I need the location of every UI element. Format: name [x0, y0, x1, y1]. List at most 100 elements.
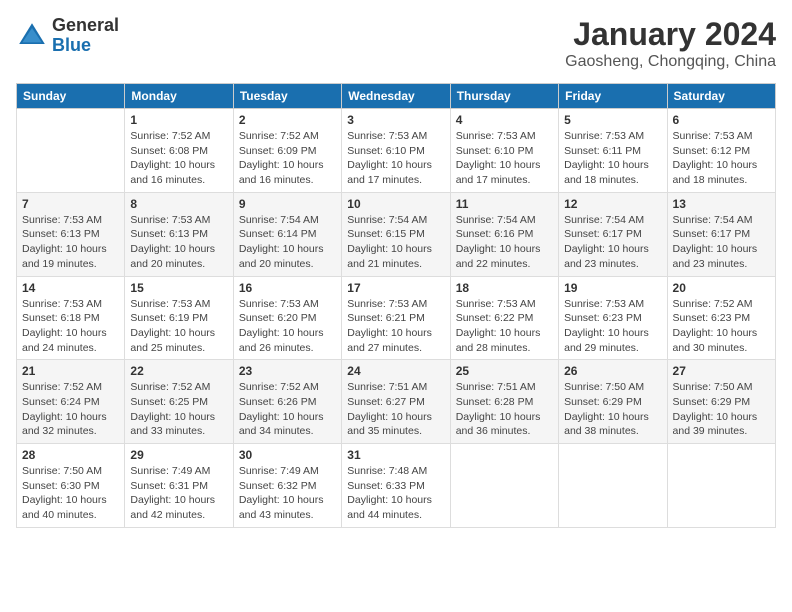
calendar-cell: 19 Sunrise: 7:53 AM Sunset: 6:23 PM Dayli… — [559, 276, 667, 360]
calendar-body: 1 Sunrise: 7:52 AM Sunset: 6:08 PM Daylig… — [17, 109, 776, 528]
calendar-cell: 11 Sunrise: 7:54 AM Sunset: 6:16 PM Dayli… — [450, 192, 558, 276]
day-number: 8 — [130, 197, 227, 211]
day-info: Sunrise: 7:52 AM Sunset: 6:09 PM Dayligh… — [239, 129, 336, 188]
day-number: 20 — [673, 281, 770, 295]
day-info: Sunrise: 7:54 AM Sunset: 6:16 PM Dayligh… — [456, 213, 553, 272]
day-info: Sunrise: 7:54 AM Sunset: 6:14 PM Dayligh… — [239, 213, 336, 272]
day-number: 18 — [456, 281, 553, 295]
day-info: Sunrise: 7:53 AM Sunset: 6:10 PM Dayligh… — [456, 129, 553, 188]
day-info: Sunrise: 7:52 AM Sunset: 6:25 PM Dayligh… — [130, 380, 227, 439]
calendar-header-thursday: Thursday — [450, 84, 558, 109]
day-info: Sunrise: 7:53 AM Sunset: 6:19 PM Dayligh… — [130, 297, 227, 356]
day-info: Sunrise: 7:51 AM Sunset: 6:27 PM Dayligh… — [347, 380, 444, 439]
calendar-header-tuesday: Tuesday — [233, 84, 341, 109]
calendar-cell: 9 Sunrise: 7:54 AM Sunset: 6:14 PM Daylig… — [233, 192, 341, 276]
calendar-cell: 1 Sunrise: 7:52 AM Sunset: 6:08 PM Daylig… — [125, 109, 233, 193]
calendar-header-saturday: Saturday — [667, 84, 775, 109]
calendar-cell: 25Sunrise: 7:51 AM Sunset: 6:28 PM Dayli… — [450, 360, 558, 444]
day-info: Sunrise: 7:53 AM Sunset: 6:10 PM Dayligh… — [347, 129, 444, 188]
day-number: 3 — [347, 113, 444, 127]
day-number: 14 — [22, 281, 119, 295]
day-number: 29 — [130, 448, 227, 462]
calendar-cell: 7Sunrise: 7:53 AM Sunset: 6:13 PM Daylig… — [17, 192, 125, 276]
day-info: Sunrise: 7:51 AM Sunset: 6:28 PM Dayligh… — [456, 380, 553, 439]
calendar-week-row: 28 Sunrise: 7:50 AM Sunset: 6:30 PM Dayli… — [17, 444, 776, 528]
calendar-cell: 22 Sunrise: 7:52 AM Sunset: 6:25 PM Dayli… — [125, 360, 233, 444]
day-number: 1 — [130, 113, 227, 127]
calendar-cell: 10 Sunrise: 7:54 AM Sunset: 6:15 PM Dayli… — [342, 192, 450, 276]
day-number: 23 — [239, 364, 336, 378]
calendar-header-row: SundayMondayTuesdayWednesdayThursdayFrid… — [17, 84, 776, 109]
calendar-cell: 3 Sunrise: 7:53 AM Sunset: 6:10 PM Daylig… — [342, 109, 450, 193]
calendar-cell: 30 Sunrise: 7:49 AM Sunset: 6:32 PM Dayli… — [233, 444, 341, 528]
calendar-cell: 18 Sunrise: 7:53 AM Sunset: 6:22 PM Dayli… — [450, 276, 558, 360]
calendar-header-monday: Monday — [125, 84, 233, 109]
calendar-cell: 17Sunrise: 7:53 AM Sunset: 6:21 PM Dayli… — [342, 276, 450, 360]
calendar-cell: 6Sunrise: 7:53 AM Sunset: 6:12 PM Daylig… — [667, 109, 775, 193]
calendar-week-row: 1 Sunrise: 7:52 AM Sunset: 6:08 PM Daylig… — [17, 109, 776, 193]
day-info: Sunrise: 7:53 AM Sunset: 6:20 PM Dayligh… — [239, 297, 336, 356]
calendar-cell: 27 Sunrise: 7:50 AM Sunset: 6:29 PM Dayli… — [667, 360, 775, 444]
page-header: General Blue January 2024 Gaosheng, Chon… — [16, 16, 776, 71]
calendar-week-row: 7Sunrise: 7:53 AM Sunset: 6:13 PM Daylig… — [17, 192, 776, 276]
day-info: Sunrise: 7:53 AM Sunset: 6:18 PM Dayligh… — [22, 297, 119, 356]
day-info: Sunrise: 7:50 AM Sunset: 6:29 PM Dayligh… — [673, 380, 770, 439]
calendar-header-friday: Friday — [559, 84, 667, 109]
calendar-header-wednesday: Wednesday — [342, 84, 450, 109]
day-number: 31 — [347, 448, 444, 462]
day-info: Sunrise: 7:53 AM Sunset: 6:23 PM Dayligh… — [564, 297, 661, 356]
day-number: 26 — [564, 364, 661, 378]
day-info: Sunrise: 7:53 AM Sunset: 6:13 PM Dayligh… — [130, 213, 227, 272]
calendar-cell: 21Sunrise: 7:52 AM Sunset: 6:24 PM Dayli… — [17, 360, 125, 444]
day-number: 9 — [239, 197, 336, 211]
day-info: Sunrise: 7:52 AM Sunset: 6:23 PM Dayligh… — [673, 297, 770, 356]
calendar-cell: 13Sunrise: 7:54 AM Sunset: 6:17 PM Dayli… — [667, 192, 775, 276]
day-number: 11 — [456, 197, 553, 211]
day-number: 22 — [130, 364, 227, 378]
day-info: Sunrise: 7:54 AM Sunset: 6:15 PM Dayligh… — [347, 213, 444, 272]
calendar-week-row: 14 Sunrise: 7:53 AM Sunset: 6:18 PM Dayli… — [17, 276, 776, 360]
day-number: 10 — [347, 197, 444, 211]
day-number: 15 — [130, 281, 227, 295]
day-info: Sunrise: 7:49 AM Sunset: 6:31 PM Dayligh… — [130, 464, 227, 523]
calendar-cell: 31Sunrise: 7:48 AM Sunset: 6:33 PM Dayli… — [342, 444, 450, 528]
day-number: 30 — [239, 448, 336, 462]
logo: General Blue — [16, 16, 119, 56]
day-number: 12 — [564, 197, 661, 211]
day-info: Sunrise: 7:53 AM Sunset: 6:13 PM Dayligh… — [22, 213, 119, 272]
calendar-cell: 12 Sunrise: 7:54 AM Sunset: 6:17 PM Dayli… — [559, 192, 667, 276]
day-info: Sunrise: 7:52 AM Sunset: 6:26 PM Dayligh… — [239, 380, 336, 439]
calendar-cell: 26Sunrise: 7:50 AM Sunset: 6:29 PM Dayli… — [559, 360, 667, 444]
calendar-cell — [450, 444, 558, 528]
day-number: 13 — [673, 197, 770, 211]
day-number: 5 — [564, 113, 661, 127]
day-info: Sunrise: 7:53 AM Sunset: 6:11 PM Dayligh… — [564, 129, 661, 188]
day-number: 28 — [22, 448, 119, 462]
day-info: Sunrise: 7:53 AM Sunset: 6:22 PM Dayligh… — [456, 297, 553, 356]
calendar-cell: 8 Sunrise: 7:53 AM Sunset: 6:13 PM Daylig… — [125, 192, 233, 276]
day-info: Sunrise: 7:53 AM Sunset: 6:12 PM Dayligh… — [673, 129, 770, 188]
title-block: January 2024 Gaosheng, Chongqing, China — [565, 16, 776, 71]
logo-text: General Blue — [52, 16, 119, 56]
calendar-week-row: 21Sunrise: 7:52 AM Sunset: 6:24 PM Dayli… — [17, 360, 776, 444]
day-info: Sunrise: 7:49 AM Sunset: 6:32 PM Dayligh… — [239, 464, 336, 523]
day-info: Sunrise: 7:52 AM Sunset: 6:08 PM Dayligh… — [130, 129, 227, 188]
calendar-cell: 23 Sunrise: 7:52 AM Sunset: 6:26 PM Dayli… — [233, 360, 341, 444]
calendar-cell: 16Sunrise: 7:53 AM Sunset: 6:20 PM Dayli… — [233, 276, 341, 360]
location-subtitle: Gaosheng, Chongqing, China — [565, 53, 776, 71]
day-number: 19 — [564, 281, 661, 295]
calendar-table: SundayMondayTuesdayWednesdayThursdayFrid… — [16, 83, 776, 528]
calendar-cell — [559, 444, 667, 528]
calendar-cell — [667, 444, 775, 528]
day-info: Sunrise: 7:54 AM Sunset: 6:17 PM Dayligh… — [564, 213, 661, 272]
day-number: 2 — [239, 113, 336, 127]
calendar-cell: 14 Sunrise: 7:53 AM Sunset: 6:18 PM Dayli… — [17, 276, 125, 360]
calendar-cell: 20 Sunrise: 7:52 AM Sunset: 6:23 PM Dayli… — [667, 276, 775, 360]
calendar-cell: 29 Sunrise: 7:49 AM Sunset: 6:31 PM Dayli… — [125, 444, 233, 528]
calendar-cell — [17, 109, 125, 193]
calendar-cell: 2 Sunrise: 7:52 AM Sunset: 6:09 PM Daylig… — [233, 109, 341, 193]
day-number: 17 — [347, 281, 444, 295]
day-info: Sunrise: 7:50 AM Sunset: 6:30 PM Dayligh… — [22, 464, 119, 523]
day-number: 27 — [673, 364, 770, 378]
day-info: Sunrise: 7:52 AM Sunset: 6:24 PM Dayligh… — [22, 380, 119, 439]
